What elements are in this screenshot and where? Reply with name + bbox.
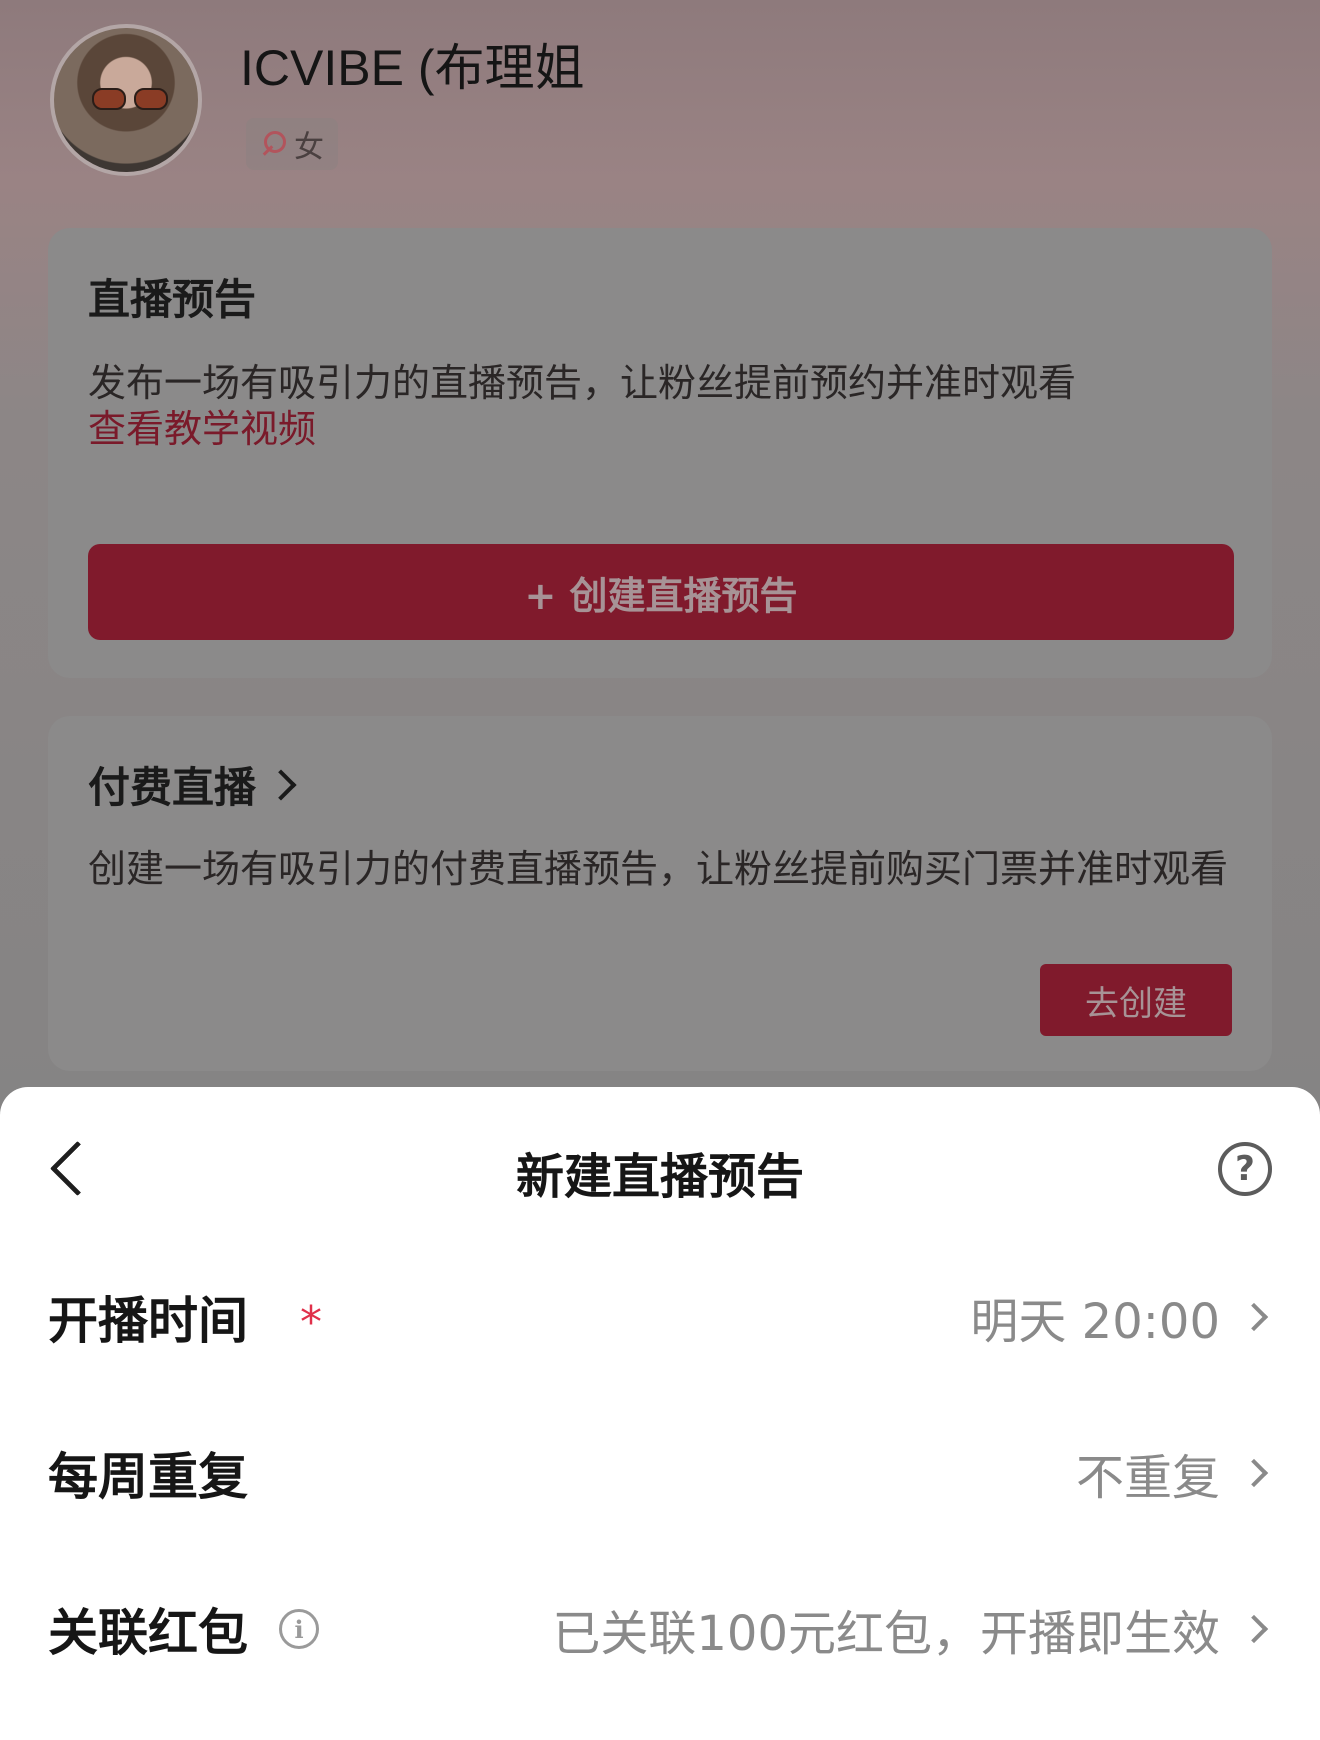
weekly-repeat-row[interactable]: 每周重复 不重复 <box>0 1423 1320 1523</box>
chevron-right-icon <box>265 768 297 801</box>
start-time-row[interactable]: 开播时间 * 明天 20:00 <box>0 1267 1320 1367</box>
gender-tag: 女 <box>246 118 338 170</box>
paid-live-title-row[interactable]: 付费直播 <box>88 754 297 815</box>
sheet-title: 新建直播预告 <box>515 1149 804 1205</box>
weekly-repeat-value: 不重复 <box>1075 1450 1220 1506</box>
gender-label: 女 <box>294 130 324 165</box>
paid-live-title: 付费直播 <box>88 763 257 812</box>
go-create-button[interactable]: 去创建 <box>1040 964 1232 1036</box>
paid-live-card: 付费直播 创建一场有吸引力的付费直播预告，让粉丝提前购买门票并准时观看 去创建 <box>48 716 1272 1071</box>
required-mark: * <box>300 1297 322 1348</box>
live-preview-description: 发布一场有吸引力的直播预告，让粉丝提前预约并准时观看 查看教学视频 <box>88 354 1238 458</box>
avatar[interactable] <box>50 24 202 176</box>
female-icon <box>260 129 286 159</box>
start-time-label: 开播时间 <box>48 1292 248 1350</box>
live-preview-title: 直播预告 <box>88 275 257 324</box>
paid-live-description: 创建一场有吸引力的付费直播预告，让粉丝提前购买门票并准时观看 <box>88 847 1229 891</box>
info-icon[interactable]: i <box>279 1609 319 1649</box>
chevron-right-icon <box>1239 1458 1269 1488</box>
chevron-right-icon <box>1239 1302 1269 1332</box>
red-packet-label: 关联红包 <box>48 1604 248 1662</box>
live-preview-card: 直播预告 发布一场有吸引力的直播预告，让粉丝提前预约并准时观看 查看教学视频 +… <box>48 228 1272 678</box>
red-packet-row[interactable]: 关联红包 i 已关联100元红包，开播即生效 <box>0 1579 1320 1679</box>
start-time-value: 明天 20:00 <box>970 1294 1220 1350</box>
create-live-preview-button[interactable]: + 创建直播预告 <box>88 544 1234 640</box>
chevron-right-icon <box>1239 1614 1269 1644</box>
weekly-repeat-label: 每周重复 <box>48 1448 248 1506</box>
red-packet-value: 已关联100元红包，开播即生效 <box>552 1606 1220 1662</box>
new-live-preview-sheet: 新建直播预告 ? 开播时间 * 明天 20:00 每周重复 不重复 关联红包 i… <box>0 1087 1320 1740</box>
avatar-sunglasses <box>92 88 168 110</box>
help-icon[interactable]: ? <box>1218 1142 1272 1196</box>
profile-name: ICVIBE (布理姐 <box>240 40 585 96</box>
